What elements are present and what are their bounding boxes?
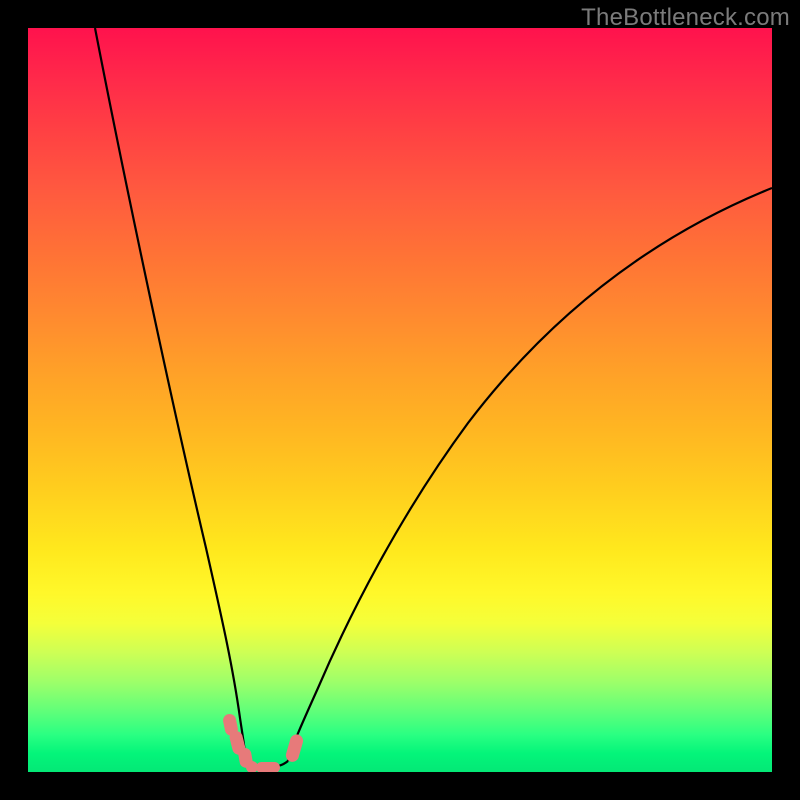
curve-right-branch — [288, 188, 772, 761]
dot-cluster-left — [222, 713, 280, 772]
dot-cluster-right — [284, 733, 304, 763]
curve-left-branch — [95, 28, 246, 761]
plot-area — [28, 28, 772, 772]
curve-layer — [28, 28, 772, 772]
watermark: TheBottleneck.com — [581, 4, 790, 32]
chart-frame: TheBottleneck.com — [0, 0, 800, 800]
